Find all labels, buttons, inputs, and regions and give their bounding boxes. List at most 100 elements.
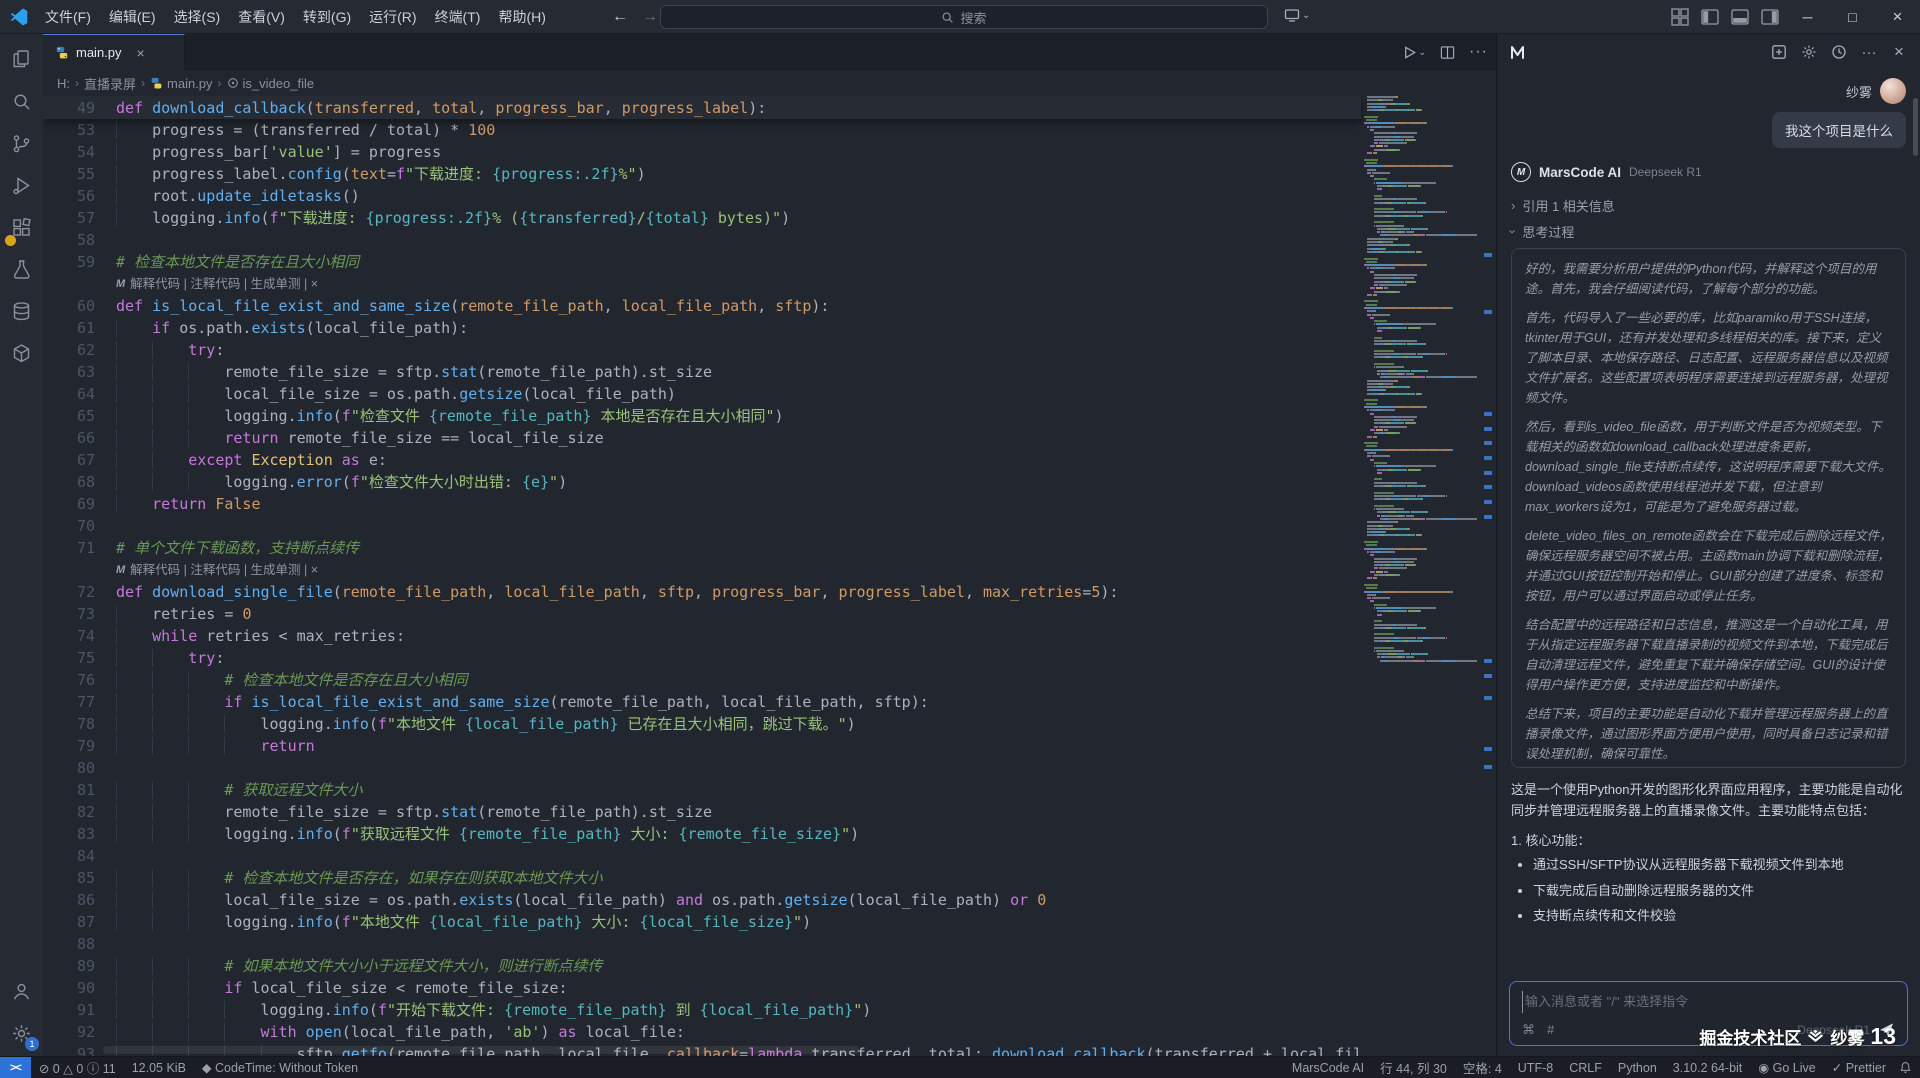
minimize-button[interactable]: ─ bbox=[1785, 0, 1830, 34]
code-line[interactable]: 86 local_file_size = os.path.exists(loca… bbox=[43, 889, 1361, 911]
sidebar-item-extensions[interactable] bbox=[0, 206, 43, 248]
code-line[interactable]: 63 remote_file_size = sftp.stat(remote_f… bbox=[43, 361, 1361, 383]
menu-edit[interactable]: 编辑(E) bbox=[100, 9, 165, 25]
close-button[interactable]: × bbox=[1875, 0, 1920, 34]
new-chat-icon[interactable] bbox=[1770, 43, 1788, 61]
code-line[interactable]: 69 return False bbox=[43, 493, 1361, 515]
menu-selection[interactable]: 选择(S) bbox=[165, 9, 230, 25]
code-line[interactable]: 65 logging.info(f"检查文件 {remote_file_path… bbox=[43, 405, 1361, 427]
menu-terminal[interactable]: 终端(T) bbox=[426, 9, 490, 25]
code-line[interactable]: 59# 检查本地文件是否存在且大小相同 bbox=[43, 251, 1361, 273]
code-line[interactable]: 79 return bbox=[43, 735, 1361, 757]
codelens-actions[interactable]: M解释代码 | 注释代码 | 生成单测 | × bbox=[95, 559, 318, 581]
status-python-version[interactable]: 3.10.2 64-bit bbox=[1665, 1057, 1751, 1078]
back-arrow-icon[interactable]: ← bbox=[612, 8, 628, 26]
menu-run[interactable]: 运行(R) bbox=[360, 9, 425, 25]
panel-close-icon[interactable]: × bbox=[1890, 43, 1908, 61]
command-center-search[interactable]: 搜索 bbox=[660, 5, 1268, 29]
code-line[interactable]: 71# 单个文件下载函数，支持断点续传 bbox=[43, 537, 1361, 559]
panel-scrollbar[interactable] bbox=[1913, 98, 1918, 156]
status-remote-indicator[interactable]: >< bbox=[0, 1057, 31, 1078]
tab-main-py[interactable]: main.py × bbox=[43, 34, 185, 70]
codelens-row[interactable]: M解释代码 | 注释代码 | 生成单测 | × bbox=[43, 559, 1361, 581]
code-line[interactable]: 55 progress_label.config(text=f"下载进度: {p… bbox=[43, 163, 1361, 185]
sidebar-item-search[interactable] bbox=[0, 80, 43, 122]
code-line[interactable]: 77 if is_local_file_exist_and_same_size(… bbox=[43, 691, 1361, 713]
code-line[interactable]: 88 bbox=[43, 933, 1361, 955]
forward-arrow-icon[interactable]: → bbox=[642, 8, 658, 26]
maximize-button[interactable]: □ bbox=[1830, 0, 1875, 34]
code-line[interactable]: 70 bbox=[43, 515, 1361, 537]
horizontal-scrollbar[interactable] bbox=[103, 1046, 859, 1054]
code-line[interactable]: 72def download_single_file(remote_file_p… bbox=[43, 581, 1361, 603]
sticky-scroll-line[interactable]: 49def download_callback(transferred, tot… bbox=[43, 96, 1361, 119]
code-line[interactable]: 64 local_file_size = os.path.getsize(loc… bbox=[43, 383, 1361, 405]
breadcrumb-item-drive[interactable]: H: bbox=[57, 76, 70, 91]
panel-more-icon[interactable]: ··· bbox=[1860, 43, 1878, 61]
sidebar-item-run-debug[interactable] bbox=[0, 164, 43, 206]
codelens-row[interactable]: M解释代码 | 注释代码 | 生成单测 | × bbox=[43, 273, 1361, 295]
code-line[interactable]: 78 logging.info(f"本地文件 {local_file_path}… bbox=[43, 713, 1361, 735]
sidebar-item-source-control[interactable] bbox=[0, 122, 43, 164]
code-line[interactable]: 54 progress_bar['value'] = progress bbox=[43, 141, 1361, 163]
status-language[interactable]: Python bbox=[1610, 1057, 1665, 1078]
code-line[interactable]: 84 bbox=[43, 845, 1361, 867]
thinking-toggle[interactable]: › 思考过程 bbox=[1511, 218, 1906, 244]
code-line[interactable]: 80 bbox=[43, 757, 1361, 779]
code-line[interactable]: 58 bbox=[43, 229, 1361, 251]
run-python-button[interactable]: ⌄ bbox=[1402, 45, 1426, 60]
code-line[interactable]: 62 try: bbox=[43, 339, 1361, 361]
model-badge[interactable]: Deepseek R1 bbox=[1797, 1023, 1870, 1037]
code-line[interactable]: 73 retries = 0 bbox=[43, 603, 1361, 625]
cast-icon[interactable]: ⌄ bbox=[1284, 7, 1310, 23]
panel-settings-icon[interactable] bbox=[1800, 43, 1818, 61]
status-codetime[interactable]: ◆ CodeTime: Without Token bbox=[194, 1057, 366, 1078]
status-eol[interactable]: CRLF bbox=[1561, 1057, 1610, 1078]
hash-icon[interactable]: # bbox=[1547, 1022, 1554, 1037]
code-line[interactable]: 67 except Exception as e: bbox=[43, 449, 1361, 471]
code-line[interactable]: 85 # 检查本地文件是否存在，如果存在则获取本地文件大小 bbox=[43, 867, 1361, 889]
minimap[interactable] bbox=[1361, 96, 1480, 1056]
breadcrumb-item-symbol[interactable]: is_video_file bbox=[227, 76, 315, 91]
menu-view[interactable]: 查看(V) bbox=[229, 9, 294, 25]
code-line[interactable]: 74 while retries < max_retries: bbox=[43, 625, 1361, 647]
command-icon[interactable]: ⌘ bbox=[1522, 1022, 1535, 1038]
code-line[interactable]: 56 root.update_idletasks() bbox=[43, 185, 1361, 207]
status-go-live[interactable]: ◉ Go Live bbox=[1750, 1057, 1823, 1078]
status-cursor-position[interactable]: 行 44, 列 30 bbox=[1372, 1057, 1455, 1078]
code-line[interactable]: 76 # 检查本地文件是否存在且大小相同 bbox=[43, 669, 1361, 691]
code-line[interactable]: 75 try: bbox=[43, 647, 1361, 669]
references-toggle[interactable]: › 引用 1 相关信息 bbox=[1511, 192, 1906, 218]
sidebar-item-database[interactable] bbox=[0, 290, 43, 332]
code-line[interactable]: 60def is_local_file_exist_and_same_size(… bbox=[43, 295, 1361, 317]
status-encoding[interactable]: UTF-8 bbox=[1510, 1057, 1561, 1078]
bell-icon[interactable] bbox=[1894, 1057, 1916, 1078]
settings-gear-icon[interactable]: 1 bbox=[0, 1012, 43, 1054]
code-line[interactable]: 83 logging.info(f"获取远程文件 {remote_file_pa… bbox=[43, 823, 1361, 845]
code-line[interactable]: 68 logging.error(f"检查文件大小时出错: {e}") bbox=[43, 471, 1361, 493]
status-problems[interactable]: ⊘ 0 △ 0 ⓘ 11 bbox=[31, 1057, 124, 1078]
status-marscode-ai[interactable]: MarsCode AI bbox=[1284, 1057, 1372, 1078]
status-file-size[interactable]: 12.05 KiB bbox=[124, 1057, 194, 1078]
code-line[interactable]: 91 logging.info(f"开始下载文件: {remote_file_p… bbox=[43, 999, 1361, 1021]
toggle-secondary-sidebar-icon[interactable] bbox=[1760, 7, 1780, 27]
code-line[interactable]: 89 # 如果本地文件大小小于远程文件大小，则进行断点续传 bbox=[43, 955, 1361, 977]
send-icon[interactable] bbox=[1878, 1021, 1895, 1038]
code-line[interactable]: 57 logging.info(f"下载进度: {progress:.2f}% … bbox=[43, 207, 1361, 229]
customize-layout-icon[interactable] bbox=[1670, 7, 1690, 27]
menu-file[interactable]: 文件(F) bbox=[36, 9, 100, 25]
code-line[interactable]: 81 # 获取远程文件大小 bbox=[43, 779, 1361, 801]
status-prettier[interactable]: ✓ Prettier bbox=[1824, 1057, 1894, 1078]
toggle-panel-icon[interactable] bbox=[1730, 7, 1750, 27]
menu-help[interactable]: 帮助(H) bbox=[489, 9, 554, 25]
code-line[interactable]: 66 return remote_file_size == local_file… bbox=[43, 427, 1361, 449]
code-editor[interactable]: 53 progress = (transferred / total) * 10… bbox=[43, 96, 1496, 1056]
codelens-actions[interactable]: M解释代码 | 注释代码 | 生成单测 | × bbox=[95, 273, 318, 295]
code-line[interactable]: 92 with open(local_file_path, 'ab') as l… bbox=[43, 1021, 1361, 1043]
account-icon[interactable] bbox=[0, 970, 43, 1012]
sidebar-item-testing[interactable] bbox=[0, 248, 43, 290]
code-line[interactable]: 87 logging.info(f"本地文件 {local_file_path}… bbox=[43, 911, 1361, 933]
chat-input[interactable]: 输入消息或者 "/" 来选择指令 ⌘ # Deepseek R1 bbox=[1509, 981, 1908, 1046]
code-line[interactable]: 82 remote_file_size = sftp.stat(remote_f… bbox=[43, 801, 1361, 823]
toggle-sidebar-icon[interactable] bbox=[1700, 7, 1720, 27]
